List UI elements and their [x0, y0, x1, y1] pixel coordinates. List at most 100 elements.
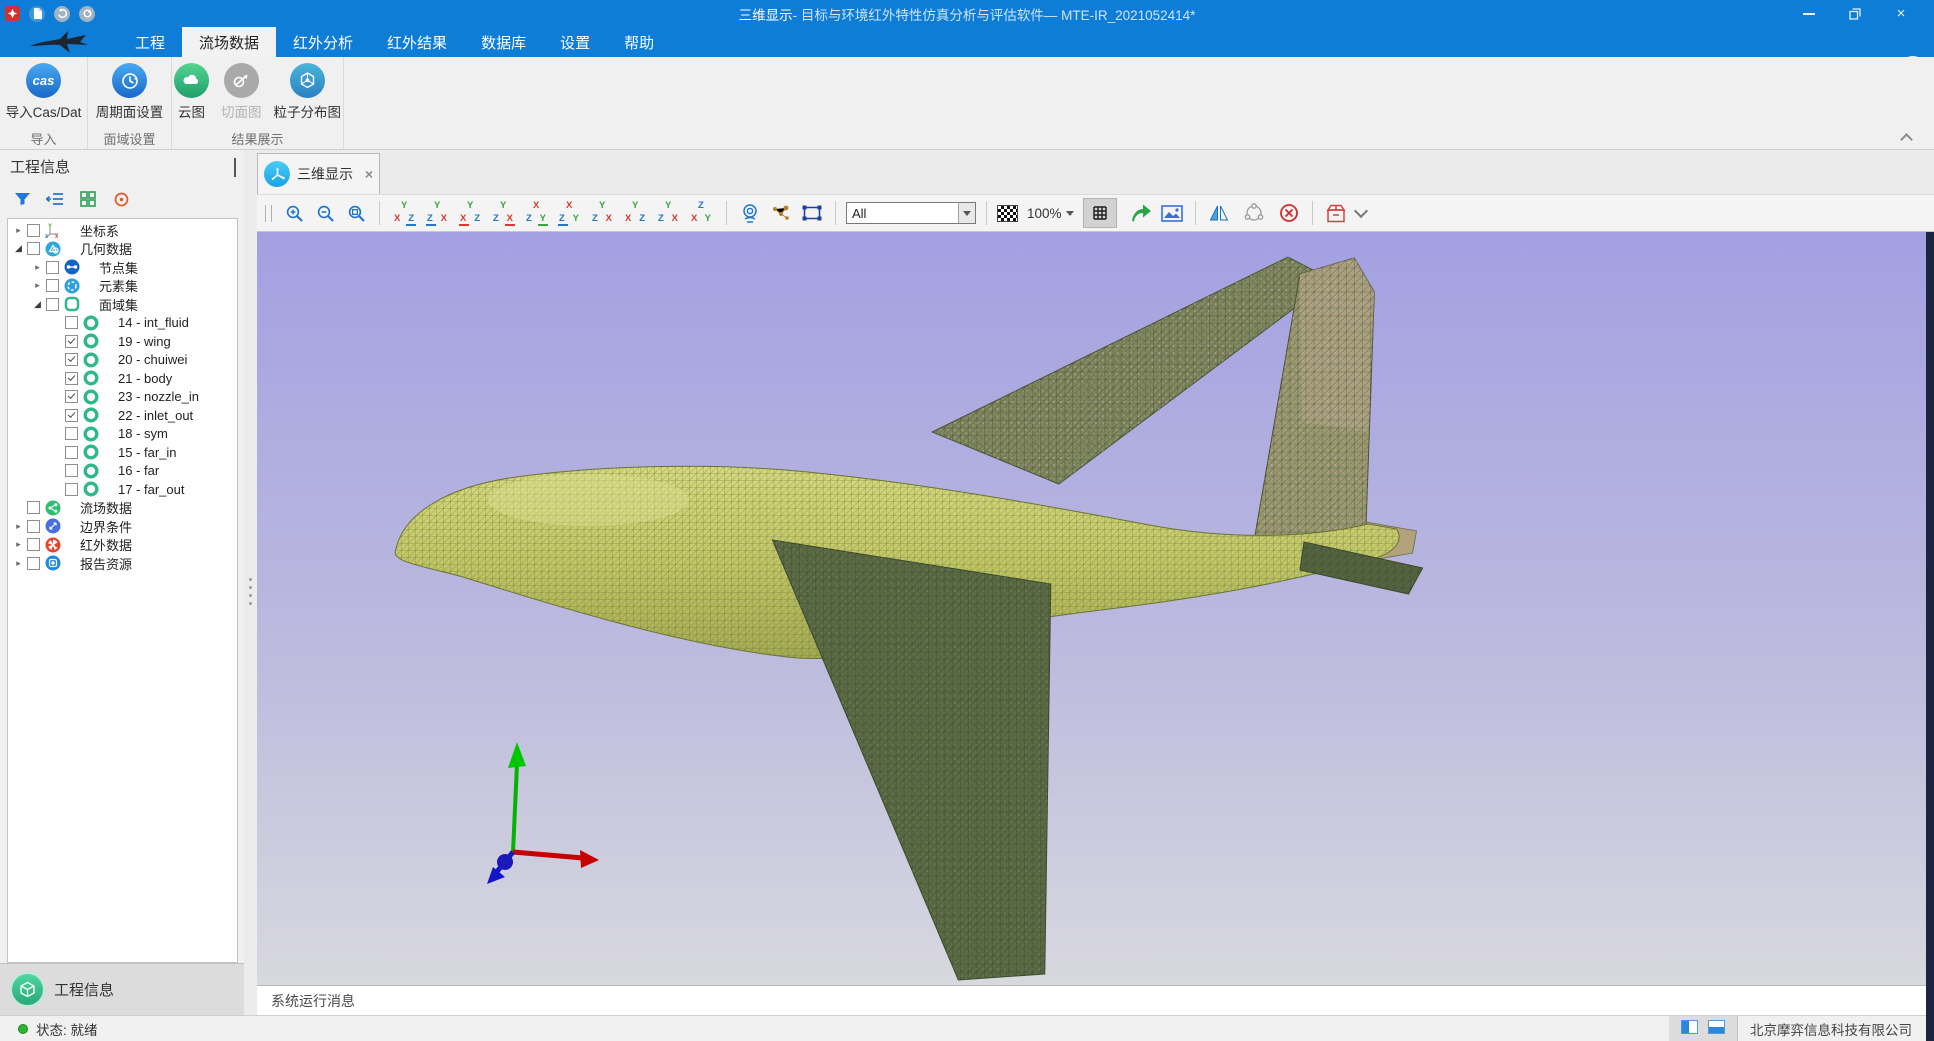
tree-item[interactable]: 18 - sym [8, 425, 237, 444]
transparency-icon[interactable] [997, 205, 1018, 222]
export-arrow-icon[interactable] [1128, 199, 1154, 227]
project-info-bottom-button[interactable]: 工程信息 [0, 963, 244, 1015]
tree-item[interactable]: 14 - int_fluid [8, 314, 237, 333]
selection-box-icon[interactable] [799, 199, 825, 227]
tree-checkbox[interactable] [65, 483, 78, 496]
tree-item[interactable]: 22 - inlet_out [8, 406, 237, 425]
zoom-out-icon[interactable] [312, 199, 338, 227]
view-orientation-button-4[interactable]: YZX [489, 199, 518, 227]
grid-view-icon[interactable] [78, 189, 98, 209]
tree-checkbox[interactable] [65, 446, 78, 459]
tree-expander-icon[interactable]: ▸ [12, 225, 25, 236]
tree-checkbox[interactable] [65, 335, 78, 348]
mirror-icon[interactable] [1206, 199, 1232, 227]
zoom-in-icon[interactable] [281, 199, 307, 227]
bottom-panel-toggle-icon[interactable] [1708, 1020, 1725, 1037]
view-orientation-button-7[interactable]: YZX [588, 199, 617, 227]
tree-checkbox[interactable] [27, 520, 40, 533]
tree-expander-icon[interactable]: ▸ [12, 558, 25, 569]
tree-item[interactable]: 16 - far [8, 462, 237, 481]
tree-expander-icon[interactable]: ▸ [31, 262, 44, 273]
3d-viewport[interactable] [257, 232, 1934, 985]
menu-item-2[interactable]: 红外分析 [276, 27, 370, 57]
view-orientation-button-9[interactable]: YZX [654, 199, 683, 227]
locate-target-icon[interactable] [111, 189, 131, 209]
particle-distribution-button[interactable]: 粒子分布图 [270, 61, 346, 123]
tab-close-icon[interactable]: × [365, 166, 373, 182]
tree-checkbox[interactable] [27, 538, 40, 551]
tree-checkbox[interactable] [27, 224, 40, 237]
tree-checkbox[interactable] [65, 353, 78, 366]
tree-expander-icon[interactable]: ▸ [31, 280, 44, 291]
panel-collapse-icon[interactable] [234, 158, 236, 175]
tree-item[interactable]: 15 - far_in [8, 443, 237, 462]
restore-button[interactable] [1832, 0, 1878, 27]
mesh-display-toggle[interactable] [1083, 198, 1117, 228]
tree-checkbox[interactable] [27, 242, 40, 255]
tree-expander-icon[interactable]: ◢ [31, 299, 44, 310]
zoom-level-dropdown[interactable]: 100% [1023, 206, 1078, 221]
tree-item[interactable]: ▸元素集 [8, 277, 237, 296]
new-file-icon[interactable] [29, 6, 45, 22]
screenshot-icon[interactable] [1159, 199, 1185, 227]
menu-item-0[interactable]: 工程 [118, 27, 182, 57]
zoom-fit-icon[interactable] [343, 199, 369, 227]
tree-expander-icon[interactable]: ▸ [12, 539, 25, 550]
redo-icon[interactable] [79, 6, 95, 22]
tree-checkbox[interactable] [65, 409, 78, 422]
tree-item[interactable]: 19 - wing [8, 332, 237, 351]
tree-checkbox[interactable] [65, 427, 78, 440]
undo-icon[interactable] [54, 6, 70, 22]
close-button[interactable]: × [1878, 0, 1924, 27]
tree-expander-icon[interactable]: ◢ [12, 243, 25, 254]
tree-item[interactable]: ▸报告资源 [8, 554, 237, 573]
orbit-path-icon[interactable] [1241, 199, 1267, 227]
tree-checkbox[interactable] [46, 298, 59, 311]
camera-view-icon[interactable] [737, 199, 763, 227]
view-orientation-button-5[interactable]: XZY [522, 199, 551, 227]
view-orientation-button-8[interactable]: YXZ [621, 199, 650, 227]
ribbon-collapse-button[interactable] [1898, 132, 1914, 144]
view-orientation-button-2[interactable]: YZX [423, 199, 452, 227]
contour-plot-button[interactable]: 云图 [170, 61, 213, 123]
minimize-button[interactable] [1786, 0, 1832, 27]
tree-expander-icon[interactable]: ▸ [12, 521, 25, 532]
tree-item[interactable]: 流场数据 [8, 499, 237, 518]
toolbar-drag-handle[interactable] [265, 205, 272, 222]
tree-item[interactable]: ▸Yzx坐标系 [8, 221, 237, 240]
tree-item[interactable]: ▸节点集 [8, 258, 237, 277]
display-filter-combobox[interactable]: All [846, 202, 976, 224]
tree-item[interactable]: ◢几何数据 [8, 240, 237, 259]
collapse-all-icon[interactable] [45, 189, 65, 209]
menu-item-1[interactable]: 流场数据 [182, 27, 276, 57]
tree-checkbox[interactable] [65, 316, 78, 329]
tree-checkbox[interactable] [65, 464, 78, 477]
combobox-dropdown-icon[interactable] [958, 203, 975, 223]
archive-box-icon[interactable] [1323, 199, 1349, 227]
tree-item[interactable]: ◢面域集 [8, 295, 237, 314]
menu-item-4[interactable]: 数据库 [464, 27, 543, 57]
left-panel-toggle-icon[interactable] [1681, 1020, 1698, 1037]
tree-checkbox[interactable] [27, 501, 40, 514]
tree-checkbox[interactable] [46, 261, 59, 274]
view-orientation-button-6[interactable]: XZY [555, 199, 584, 227]
tree-checkbox[interactable] [65, 372, 78, 385]
filter-icon[interactable] [12, 189, 32, 209]
tab-3d-view[interactable]: 三维显示 × [257, 153, 380, 194]
tree-checkbox[interactable] [46, 279, 59, 292]
tree-checkbox[interactable] [27, 557, 40, 570]
app-logo-icon[interactable] [5, 6, 20, 21]
view-orientation-button-3[interactable]: YXZ [456, 199, 485, 227]
scatter-points-icon[interactable] [768, 199, 794, 227]
tree-item[interactable]: 20 - chuiwei [8, 351, 237, 370]
tree-item[interactable]: 23 - nozzle_in [8, 388, 237, 407]
tree-item[interactable]: 21 - body [8, 369, 237, 388]
menu-item-5[interactable]: 设置 [543, 27, 607, 57]
view-orientation-button-10[interactable]: ZXY [687, 199, 716, 227]
tree-item[interactable]: ▸红外数据 [8, 536, 237, 555]
clear-delete-icon[interactable] [1276, 199, 1302, 227]
menu-item-6[interactable]: 帮助 [607, 27, 671, 57]
panel-splitter[interactable] [244, 150, 257, 1015]
import-cas-dat-button[interactable]: cas 导入Cas/Dat [2, 61, 86, 123]
menu-item-3[interactable]: 红外结果 [370, 27, 464, 57]
